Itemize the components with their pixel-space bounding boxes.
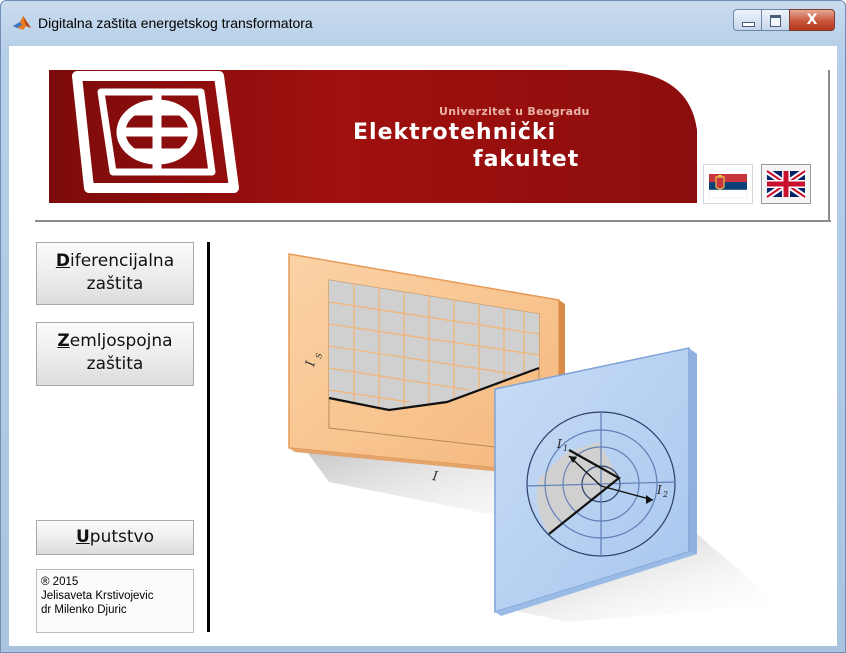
differential-accel-letter: D: [55, 251, 70, 271]
author-1: Jelisaveta Krstivojevic: [41, 590, 154, 602]
manual-button[interactable]: Uputstvo: [36, 520, 194, 555]
application-window: Digitalna zaštita energetskog transforma…: [0, 0, 846, 653]
banner-divider-horizontal: [35, 220, 831, 222]
maximize-button[interactable]: [761, 9, 789, 31]
close-icon: X: [806, 12, 818, 28]
matlab-icon: [13, 16, 31, 30]
differential-label-rest: iferencijalna: [69, 251, 175, 271]
maximize-icon: [770, 15, 781, 27]
sidebar-divider: [207, 242, 210, 632]
university-name: Univerzitet u Beogradu: [439, 105, 590, 118]
earth-fault-accel-letter: Z: [57, 331, 70, 351]
client-area: Univerzitet u Beogradu Elektrotehnički f…: [9, 46, 837, 646]
manual-accel-letter: U: [75, 527, 90, 547]
banner-divider-vertical: [828, 70, 830, 222]
close-button[interactable]: X: [789, 9, 835, 31]
caption-buttons: X: [733, 9, 835, 31]
copyright-text: ® 2015: [41, 576, 79, 588]
earth-fault-label-line2: zaštita: [86, 354, 144, 374]
label-i1: I: [556, 437, 562, 451]
earth-fault-label-rest: emljospojna: [69, 331, 173, 351]
earth-fault-protection-button[interactable]: Zemljospojna zaštita: [36, 322, 194, 386]
credits-box: ® 2015 Jelisaveta Krstivojevic dr Milenk…: [36, 569, 194, 633]
author-2: dr Milenko Djuric: [41, 604, 127, 616]
label-i1-sub: 1: [563, 444, 568, 453]
minimize-icon: [742, 22, 755, 27]
minimize-button[interactable]: [733, 9, 761, 31]
language-serbian-button[interactable]: [703, 164, 753, 204]
language-english-button[interactable]: [761, 164, 811, 204]
faculty-name-line2: fakultet: [473, 147, 580, 172]
label-i2-sub: 2: [662, 490, 668, 499]
flag-serbia-icon: [708, 174, 748, 199]
window-title: Digitalna zaštita energetskog transforma…: [38, 15, 313, 31]
faculty-name-line1: Elektrotehnički: [353, 120, 557, 145]
differential-protection-button[interactable]: Diferencijalna zaštita: [36, 242, 194, 305]
flag-uk-icon: [765, 168, 807, 200]
label-i2: I: [656, 483, 662, 497]
manual-label-rest: putstvo: [89, 527, 155, 547]
differential-label-line2: zaštita: [86, 274, 144, 294]
protection-illustration: I S I I 1 I 2: [288, 253, 779, 622]
title-bar[interactable]: Digitalna zaštita energetskog transforma…: [1, 1, 845, 45]
